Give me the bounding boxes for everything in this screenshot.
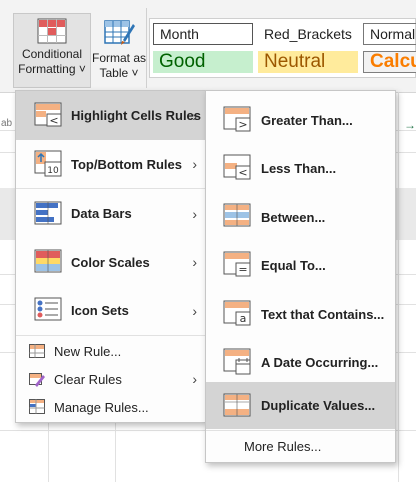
new-rule-icon <box>29 344 45 360</box>
top-bottom-badge: 10 <box>47 166 59 176</box>
style-red-brackets[interactable]: Red_Brackets <box>258 24 358 44</box>
style-month[interactable]: Month <box>153 23 253 45</box>
menu-item-icon-sets[interactable]: Icon Sets › <box>16 286 205 335</box>
clear-rules-icon <box>29 371 45 387</box>
menu-item-label: Top/Bottom Rules <box>71 156 182 172</box>
data-bars-icon <box>34 201 64 227</box>
submenu-item-label: Duplicate Values... <box>261 398 376 413</box>
menu-item-label: Icon Sets <box>71 303 129 318</box>
submenu-item-greater-than[interactable]: > Greater Than... <box>206 96 395 144</box>
style-calculation[interactable]: Calcu <box>363 51 416 73</box>
menu-divider <box>206 430 395 431</box>
submenu-item-label: Text that Contains... <box>261 306 385 322</box>
submenu-item-date-occurring[interactable]: A Date Occurring... <box>206 338 395 387</box>
cell-styles-gallery: Month Red_Brackets Normal Good Neutral C… <box>149 18 416 78</box>
chevron-right-icon: › <box>192 156 197 172</box>
chevron-right-icon: › <box>192 371 197 387</box>
equal-to-icon: = <box>223 251 253 277</box>
top-bottom-rules-icon: 10 <box>34 150 64 177</box>
highlight-cells-rules-icon: < <box>34 102 64 128</box>
menu-item-label: Manage Rules... <box>54 399 149 415</box>
menu-divider <box>16 335 205 336</box>
menu-item-label: Clear Rules <box>54 371 122 387</box>
grid-line <box>115 423 116 482</box>
text-contains-icon: a <box>223 300 253 326</box>
submenu-item-label: A Date Occurring... <box>261 355 379 370</box>
format-as-table-label-2: Table ˅ <box>99 66 139 80</box>
menu-item-color-scales[interactable]: Color Scales › <box>16 238 205 286</box>
chevron-right-icon: › <box>192 107 197 124</box>
style-neutral[interactable]: Neutral <box>258 51 358 73</box>
icon-sets-icon <box>34 297 64 323</box>
date-occurring-icon <box>223 348 253 375</box>
menu-item-new-rule[interactable]: New Rule... <box>16 338 205 365</box>
chevron-right-icon: › <box>192 254 197 270</box>
submenu-item-text-contains[interactable]: a Text that Contains... <box>206 290 395 338</box>
menu-item-highlight-cells-rules[interactable]: < Highlight Cells Rules › <box>16 91 205 140</box>
manage-rules-icon <box>29 399 45 415</box>
formula-fragment: ab <box>1 118 13 129</box>
between-icon <box>223 203 253 229</box>
ribbon-separator <box>146 8 147 88</box>
submenu-item-label: Equal To... <box>261 258 326 273</box>
chevron-right-icon: › <box>192 302 197 319</box>
format-as-table-icon <box>104 20 135 45</box>
chevron-right-icon: › <box>192 205 197 222</box>
svg-text:>: > <box>238 118 247 131</box>
svg-text:<: < <box>238 166 247 179</box>
less-than-icon: < <box>223 154 253 180</box>
svg-text:=: = <box>238 263 247 276</box>
submenu-item-label: Less Than... <box>261 161 337 176</box>
greater-than-icon: > <box>223 106 253 132</box>
conditional-formatting-menu: < Highlight Cells Rules › 10 Top/Bottom … <box>15 90 206 423</box>
menu-item-data-bars[interactable]: Data Bars › <box>16 189 205 238</box>
conditional-formatting-icon <box>37 18 67 44</box>
menu-item-clear-rules[interactable]: Clear Rules › <box>16 365 205 393</box>
style-good[interactable]: Good <box>153 51 253 73</box>
svg-text:a: a <box>240 312 247 325</box>
submenu-item-between[interactable]: Between... <box>206 193 395 241</box>
duplicate-values-icon <box>223 393 253 419</box>
format-as-table-button[interactable]: Format as Table ˅ <box>92 18 146 88</box>
menu-item-label: Highlight Cells Rules <box>71 108 202 123</box>
conditional-formatting-button[interactable]: Conditional Formatting ˅ <box>13 13 91 88</box>
submenu-item-label: Greater Than... <box>261 112 353 128</box>
submenu-item-label: More Rules... <box>244 438 322 454</box>
format-as-table-label-1: Format as <box>92 51 147 65</box>
submenu-item-less-than[interactable]: < Less Than... <box>206 144 395 193</box>
conditional-formatting-label-2: Formatting ˅ <box>18 62 86 76</box>
highlight-cells-rules-submenu: > Greater Than... < Less Than... Between… <box>205 90 396 463</box>
submenu-item-equal-to[interactable]: = Equal To... <box>206 241 395 290</box>
conditional-formatting-label-1: Conditional <box>21 47 83 61</box>
submenu-item-more-rules[interactable]: More Rules... <box>206 432 395 460</box>
grid-line <box>48 423 49 482</box>
style-normal[interactable]: Normal <box>363 23 416 45</box>
grid-line <box>398 92 399 482</box>
submenu-item-label: Between... <box>261 209 326 225</box>
menu-item-top-bottom-rules[interactable]: 10 Top/Bottom Rules › <box>16 140 205 188</box>
submenu-item-duplicate-values[interactable]: Duplicate Values... <box>206 382 395 429</box>
color-scales-icon <box>34 249 64 275</box>
menu-item-label: Data Bars <box>71 206 132 221</box>
menu-item-manage-rules[interactable]: Manage Rules... <box>16 393 205 421</box>
svg-text:<: < <box>49 114 58 127</box>
ribbon: Conditional Formatting ˅ Format as Table… <box>0 0 416 93</box>
menu-item-label: New Rule... <box>54 344 122 359</box>
menu-item-label: Color Scales <box>71 254 150 270</box>
